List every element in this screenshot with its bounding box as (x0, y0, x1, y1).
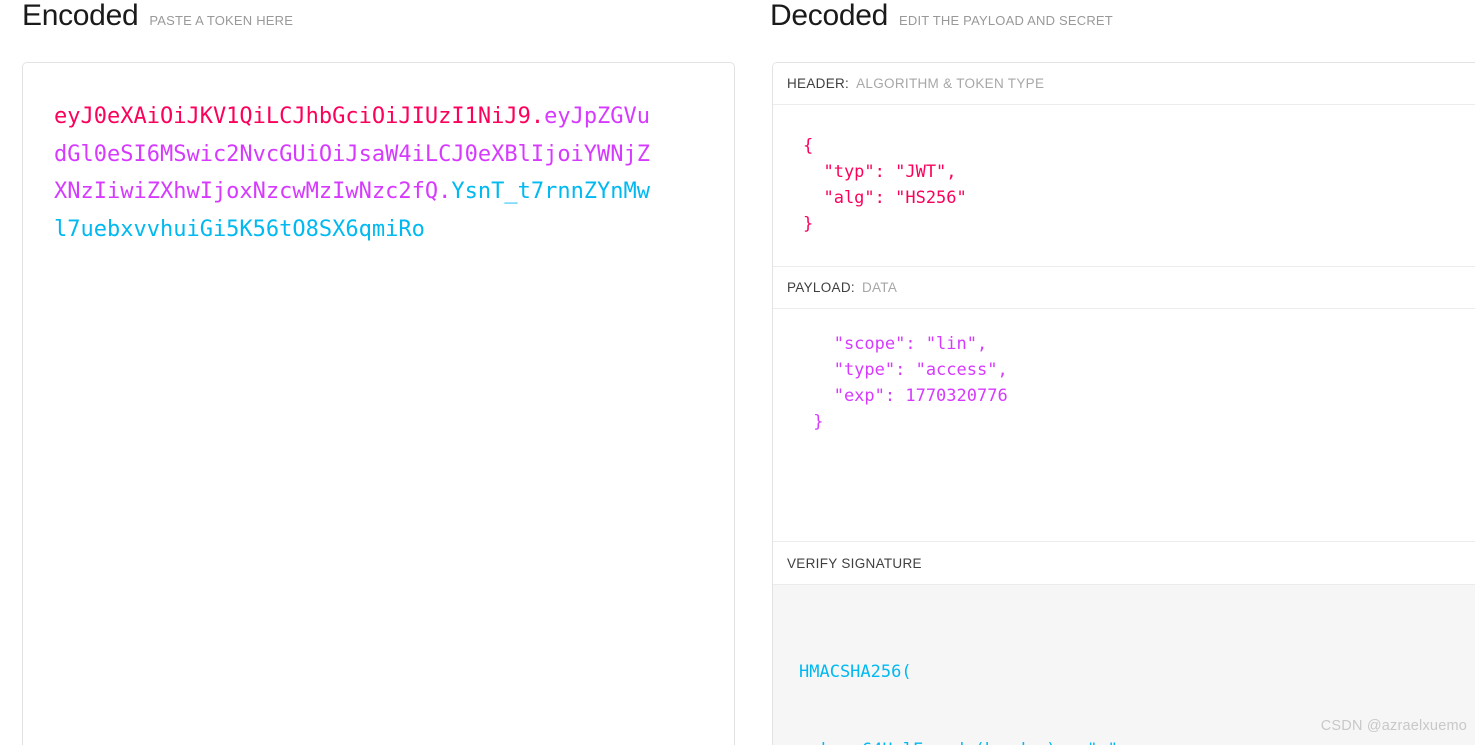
token-separator-1: . (530, 104, 545, 129)
token-separator-2: . (438, 179, 452, 204)
decoded-title: Decoded (770, 0, 888, 32)
watermark: CSDN @azraelxuemo (1320, 718, 1467, 734)
encoded-subtitle: PASTE A TOKEN HERE (149, 13, 294, 28)
signature-label-text: VERIFY SIGNATURE (787, 555, 922, 571)
header-section-label: HEADER: ALGORITHM & TOKEN TYPE (773, 63, 1475, 105)
encoded-title: Encoded (22, 0, 139, 32)
payload-sublabel-text: DATA (861, 280, 898, 295)
hmac-line-1: HMACSHA256( (799, 662, 912, 682)
hmac-line-2: base64UrlEncode(header) + "." + (799, 737, 1475, 745)
decoded-column-heading: Decoded EDIT THE PAYLOAD AND SECRET (770, 1, 1113, 31)
header-sublabel-text: ALGORITHM & TOKEN TYPE (856, 76, 1045, 91)
encoded-token-card[interactable]: eyJ0eXAiOiJKV1QiLCJhbGciOiJIUzI1NiJ9.eyJ… (22, 62, 735, 745)
header-json-editor[interactable]: { "typ": "JWT", "alg": "HS256" } (773, 105, 1475, 267)
payload-section-label: PAYLOAD: DATA (773, 267, 1475, 309)
encoded-column-heading: Encoded PASTE A TOKEN HERE (22, 1, 293, 31)
signature-section-label: VERIFY SIGNATURE (773, 542, 1475, 584)
payload-label-text: PAYLOAD: (787, 280, 855, 295)
token-header-segment: eyJ0eXAiOiJKV1QiLCJhbGciOiJIUzI1NiJ9 (54, 104, 531, 129)
decoded-subtitle: EDIT THE PAYLOAD AND SECRET (899, 13, 1113, 28)
jwt-token-input[interactable]: eyJ0eXAiOiJKV1QiLCJhbGciOiJIUzI1NiJ9.eyJ… (54, 98, 654, 248)
payload-json-editor[interactable]: "scope": "lin", "type": "access", "exp":… (773, 309, 1475, 542)
decoded-panel: HEADER: ALGORITHM & TOKEN TYPE { "typ": … (772, 62, 1475, 745)
header-label-text: HEADER: (787, 76, 850, 91)
